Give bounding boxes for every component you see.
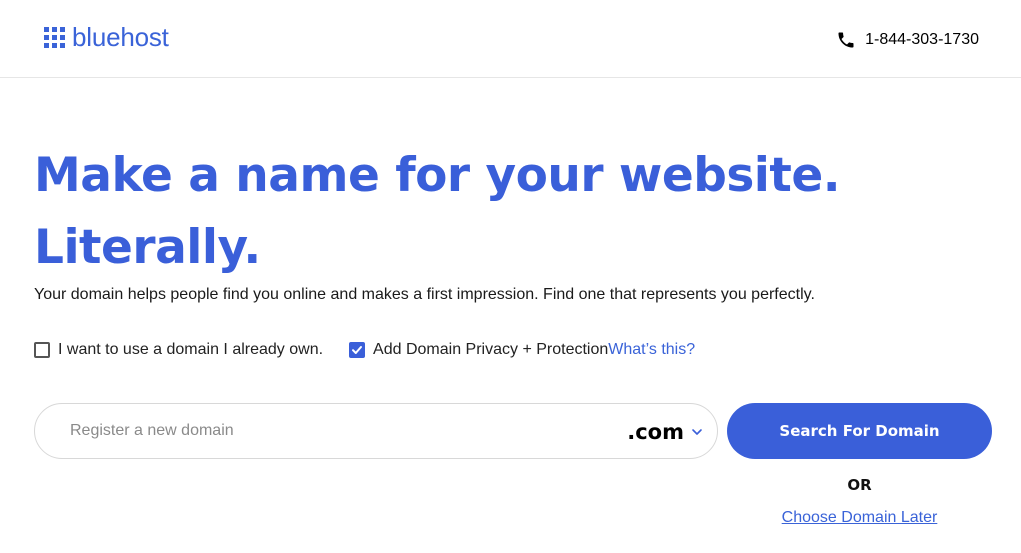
own-domain-label: I want to use a domain I already own. (58, 341, 324, 358)
own-domain-checkbox[interactable] (34, 342, 50, 358)
choose-domain-later-link[interactable]: Choose Domain Later (782, 509, 938, 526)
tld-dropdown[interactable]: .com (627, 416, 703, 448)
whats-this-link[interactable]: What’s this? (608, 341, 695, 359)
chevron-down-icon (692, 429, 702, 435)
own-domain-option[interactable]: I want to use a domain I already own. (34, 341, 323, 359)
phone-number: 1-844-303-1730 (865, 31, 979, 48)
bluehost-logo[interactable]: bluehost (44, 22, 169, 52)
page: bluehost 1-844-303-1730 Make a name for … (0, 0, 1021, 553)
grid-logo-icon (44, 26, 65, 48)
privacy-label: Add Domain Privacy + Protection (373, 341, 609, 358)
hero-subtext: Your domain helps people find you online… (34, 286, 815, 303)
logo-text: bluehost (72, 22, 169, 52)
or-divider: OR (847, 476, 872, 494)
search-domain-button[interactable]: Search For Domain (727, 403, 992, 459)
headline-line-1: Make a name for your website. (34, 148, 841, 203)
domain-options: I want to use a domain I already own. Ad… (34, 338, 695, 362)
tld-selected: .com (627, 420, 684, 444)
privacy-option[interactable]: Add Domain Privacy + Protection (349, 341, 608, 359)
domain-search-box: .com (34, 403, 718, 459)
page-headline: Make a name for your website. Literally. (34, 140, 994, 284)
headline-line-2: Literally. (34, 220, 261, 275)
checkmark-icon (352, 346, 363, 354)
domain-search-input[interactable] (68, 421, 592, 441)
choose-later-wrapper: Choose Domain Later (727, 509, 992, 527)
phone-link[interactable]: 1-844-303-1730 (836, 28, 979, 52)
privacy-checkbox[interactable] (349, 342, 366, 358)
phone-icon (838, 32, 854, 48)
site-header: bluehost 1-844-303-1730 (0, 0, 1021, 78)
